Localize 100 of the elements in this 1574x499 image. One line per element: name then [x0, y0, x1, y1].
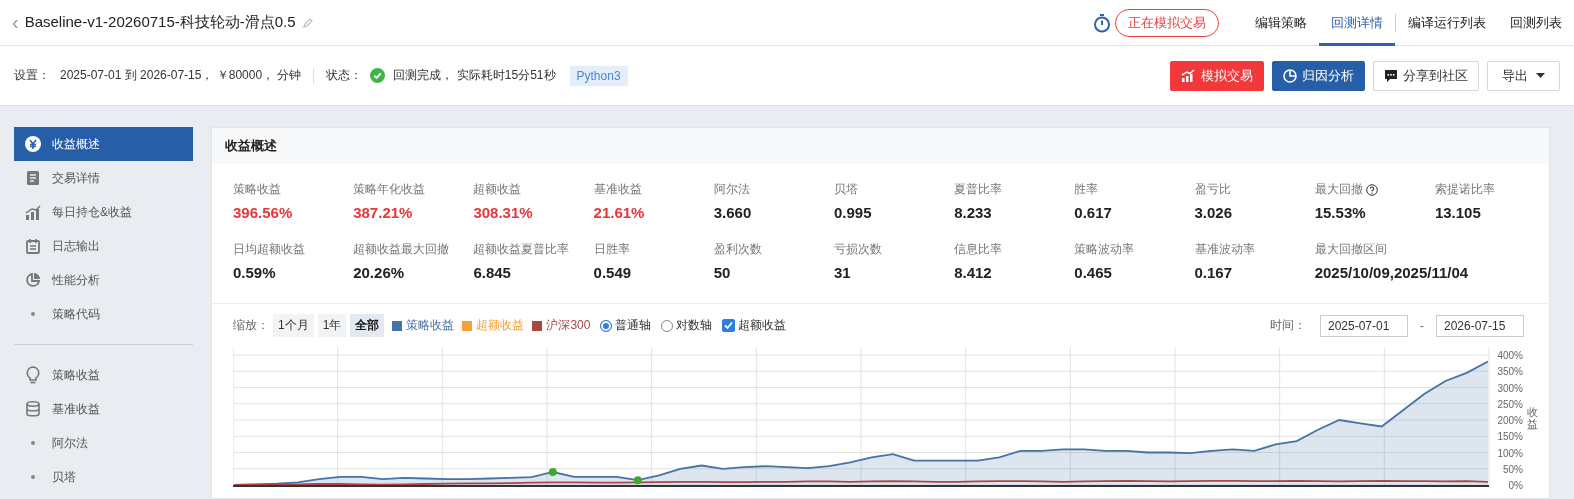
status-text: 回测完成， 实际耗时15分51秒 [393, 67, 556, 84]
radio-button[interactable] [600, 319, 613, 332]
bar-chart-icon [25, 204, 41, 220]
help-icon[interactable] [1365, 183, 1378, 196]
metric-label: 超额收益 [473, 181, 522, 198]
sidebar-item[interactable]: 基准收益 [14, 392, 193, 426]
y-tick-label: 150% [1497, 431, 1523, 443]
document-icon [26, 170, 40, 186]
metric-value: 8.412 [954, 264, 993, 281]
metric-value: 31 [833, 264, 852, 281]
metric-label: 超额收益夏普比率 [473, 241, 570, 258]
metric-value: 20.26% [353, 264, 406, 281]
database-icon [26, 401, 40, 417]
metric-label: 策略波动率 [1074, 241, 1135, 258]
sidebar-item[interactable]: 策略收益 [14, 358, 193, 392]
settings-value: 2025-07-01 到 2026-07-15， ￥80000， 分钟 [60, 67, 302, 84]
sidebar-item[interactable]: 每日持仓&收益 [14, 195, 193, 229]
metric-label: 盈亏比 [1194, 181, 1231, 198]
y-tick-label: 400% [1497, 350, 1523, 361]
radio-button[interactable] [661, 319, 674, 332]
metric-value: 0.465 [1074, 264, 1113, 281]
sidebar-item[interactable]: 性能分析 [14, 263, 193, 297]
metric-label: 索提诺比率 [1434, 181, 1495, 198]
metric-value: 0.995 [833, 204, 873, 221]
metric-label: 基准波动率 [1194, 241, 1255, 258]
timer-icon [1093, 12, 1111, 33]
action-button[interactable]: 模拟交易 [1170, 60, 1264, 91]
y-tick-label: 100% [1497, 447, 1523, 459]
y-tick-label: 50% [1503, 463, 1523, 475]
sidebar-item[interactable]: 交易详情 [14, 161, 193, 195]
marker-dot[interactable] [548, 468, 557, 476]
metric-value: 2025/10/09,2025/11/04 [1314, 264, 1470, 281]
language-badge: Python3 [569, 65, 628, 86]
action-button[interactable]: 导出 [1487, 60, 1560, 91]
chart-icon [1181, 69, 1196, 82]
y-axis-title: 收益 [1527, 405, 1538, 431]
checkbox[interactable] [722, 319, 736, 332]
metric-value: 21.61% [593, 204, 646, 221]
check-icon [370, 68, 386, 83]
metric-value: 3.660 [713, 204, 753, 221]
metric-value: 50 [713, 264, 732, 281]
metric-label: 策略收益 [233, 181, 281, 198]
metric-value: 387.21% [353, 204, 414, 221]
action-button[interactable]: 分享到社区 [1373, 60, 1479, 91]
yuan-icon [25, 136, 41, 152]
sidebar-item[interactable]: 收益概述 [14, 127, 193, 161]
metric-value: 0.549 [593, 264, 633, 281]
metric-label: 盈利次数 [713, 241, 762, 258]
panel-title: 收益概述 [225, 137, 277, 155]
date-separator: - [1420, 318, 1424, 333]
pie-chart-icon [1283, 68, 1297, 83]
sidebar-item[interactable]: 阿尔法 [14, 426, 193, 460]
lightbulb-icon [26, 366, 40, 384]
nav-tab[interactable]: 回测列表 [1498, 0, 1574, 46]
metric-label: 夏普比率 [954, 181, 1003, 198]
calendar-icon [26, 238, 40, 254]
bullet-icon [31, 312, 35, 316]
sidebar-item[interactable]: 策略代码 [14, 297, 193, 331]
y-tick-label: 250% [1497, 398, 1523, 410]
metric-value: 0.59% [233, 264, 277, 281]
marker-dot[interactable] [633, 476, 642, 485]
metric-label: 亏损次数 [833, 241, 882, 258]
metric-value: 0.617 [1074, 204, 1113, 221]
bullet-icon [31, 475, 35, 479]
sidebar-item[interactable]: 日志输出 [14, 229, 193, 263]
start-date-field[interactable]: 2025-07-01 [1320, 314, 1408, 337]
metric-label: 贝塔 [833, 181, 858, 198]
metric-label: 阿尔法 [713, 181, 750, 198]
metric-label: 日均超额收益 [233, 241, 305, 258]
metric-value: 396.56% [233, 204, 294, 221]
checkbox-label: 超额收益 [738, 317, 787, 334]
metric-label: 信息比率 [954, 241, 1003, 258]
pie-chart-icon [25, 272, 41, 288]
zoom-label: 缩放： [233, 317, 269, 334]
metric-label: 策略年化收益 [353, 181, 426, 198]
page-title: Baseline-v1-20260715-科技轮动-滑点0.5 [24, 13, 296, 32]
legend-label[interactable]: 沪深300 [546, 317, 591, 334]
nav-tab[interactable]: 编译运行列表 [1396, 0, 1498, 46]
metric-value: 0.167 [1194, 264, 1234, 281]
metric-label: 超额收益最大回撤 [353, 241, 450, 258]
metric-value: 8.233 [954, 204, 993, 221]
radio-label: 对数轴 [676, 317, 713, 334]
metric-value: 3.026 [1194, 204, 1234, 221]
caret-icon [1536, 73, 1545, 78]
time-label: 时间： [1270, 317, 1306, 334]
zoom-button[interactable]: 1个月 [273, 314, 314, 337]
live-trading-button[interactable]: 正在模拟交易 [1115, 8, 1219, 37]
sidebar-item[interactable]: 贝塔 [14, 460, 193, 494]
status-label: 状态： [326, 67, 363, 84]
nav-tab[interactable]: 编辑策略 [1243, 0, 1319, 46]
metric-label: 最大回撤 [1314, 181, 1363, 198]
metric-value: 6.845 [473, 264, 512, 281]
zoom-button[interactable]: 全部 [350, 314, 385, 337]
legend-label[interactable]: 策略收益 [406, 317, 455, 334]
action-button[interactable]: 归因分析 [1272, 60, 1365, 91]
settings-label: 设置： [14, 67, 50, 84]
metric-label: 日胜率 [593, 241, 630, 258]
end-date-field[interactable]: 2026-07-15 [1436, 314, 1524, 337]
zoom-button[interactable]: 1年 [317, 314, 347, 337]
metric-label: 胜率 [1074, 181, 1099, 198]
